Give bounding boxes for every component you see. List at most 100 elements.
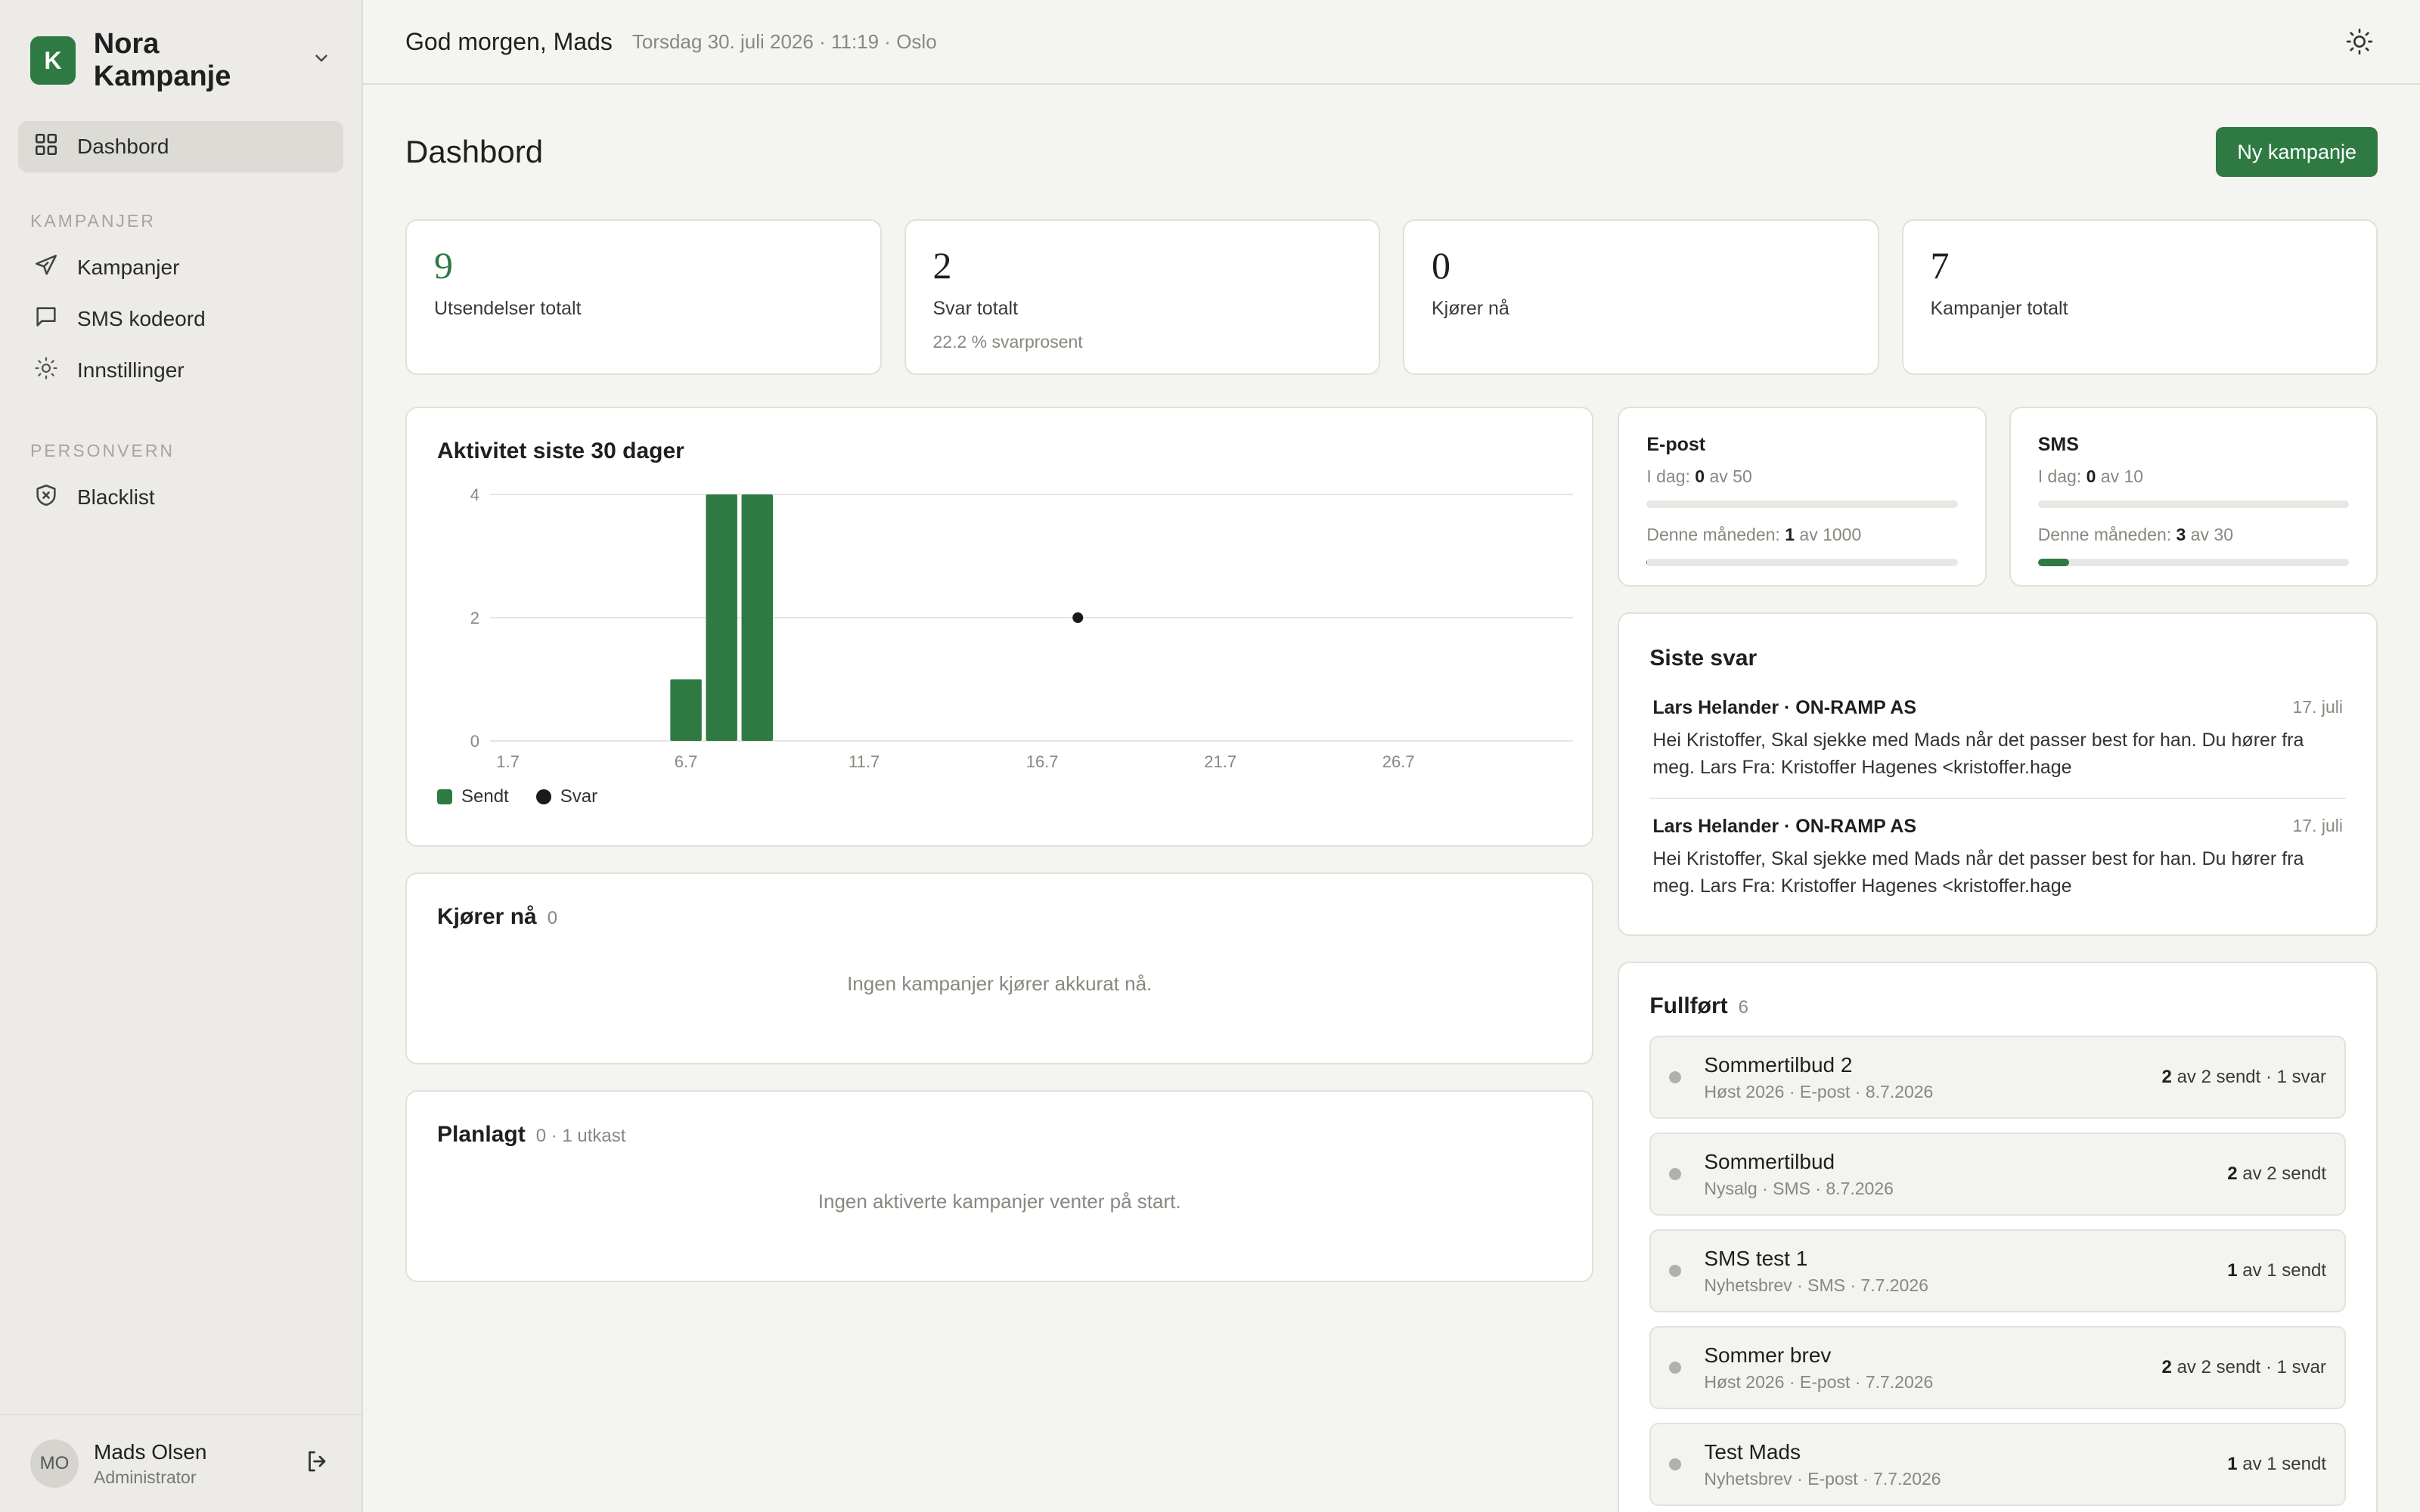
legend-label: Svar — [560, 786, 598, 807]
stat-label: Kjører nå — [1432, 298, 1509, 319]
user-name: Mads Olsen — [94, 1439, 207, 1464]
new-campaign-button[interactable]: Ny kampanje — [2216, 127, 2378, 177]
sidebar: K Nora Kampanje Dashbord KAMPANJER Kampa… — [0, 0, 363, 1512]
nav-item-sms-codes[interactable]: SMS kodeord — [18, 293, 343, 345]
recent-replies-title: Siste svar — [1649, 646, 1758, 671]
running-title: Kjører nå — [437, 904, 537, 929]
logout-icon[interactable] — [304, 1448, 331, 1480]
completed-campaign-row[interactable]: Test Mads Nyhetsbrev · E-post · 7.7.2026… — [1649, 1423, 2346, 1506]
app-root: K Nora Kampanje Dashbord KAMPANJER Kampa… — [0, 0, 2420, 1512]
stat-value: 7 — [1930, 244, 1950, 287]
limit-month-text: Denne måneden: 1 av 1000 — [1646, 525, 1862, 544]
theme-toggle-sun-icon[interactable] — [2341, 23, 2378, 60]
completed-panel: Fullført 6 Sommertilbud 2 Høst 2026 · E-… — [1618, 962, 2378, 1512]
limit-day-bar — [2037, 500, 2350, 508]
chart-legend: Sendt Svar — [437, 786, 597, 807]
x-tick-label: 11.7 — [849, 752, 880, 771]
running-panel: Kjører nå 0 Ingen kampanjer kjører akkur… — [405, 872, 1594, 1064]
completed-campaign-row[interactable]: Sommertilbud 2 Høst 2026 · E-post · 8.7.… — [1649, 1036, 2346, 1119]
stat-label: Svar totalt — [932, 298, 1019, 319]
nav-item-label: Kampanjer — [77, 256, 180, 279]
workspace-switcher[interactable]: K Nora Kampanje — [0, 0, 361, 121]
campaign-stats: 2 av 2 sendt · 1 svar — [2161, 1357, 2326, 1377]
status-dot — [1669, 1071, 1682, 1083]
x-tick-label: 26.7 — [1382, 752, 1415, 771]
legend-swatch-dot — [535, 789, 551, 804]
reply-sender: Lars Helander · ON-RAMP AS — [1652, 697, 1917, 718]
x-tick-label: 1.7 — [496, 752, 520, 771]
y-tick-label: 2 — [470, 609, 479, 627]
limit-month-bar — [2037, 559, 2350, 566]
send-icon — [33, 253, 77, 284]
point-svar — [1072, 612, 1084, 623]
limit-day-text: I dag: 0 av 50 — [1646, 466, 1752, 486]
avatar: MO — [30, 1439, 79, 1488]
activity-chart: 0 2 4 1.7 6.7 11.7 16.7 21.7 26.7 — [470, 485, 1573, 771]
reply-item[interactable]: Lars Helander · ON-RAMP AS 17. juli Hei … — [1649, 798, 2346, 916]
limit-title: SMS — [2037, 434, 2079, 455]
nav-item-campaigns[interactable]: Kampanjer — [18, 242, 343, 293]
legend-label: Sendt — [461, 786, 509, 807]
send-limits: E-post I dag: 0 av 50 Denne måneden: 1 a… — [1618, 407, 2378, 587]
legend-item-sendt: Sendt — [437, 786, 509, 807]
stats-row: 9 Utsendelser totalt 2 Svar totalt 22.2 … — [405, 219, 2378, 375]
nav-item-label: SMS kodeord — [77, 307, 206, 330]
campaign-stats: 2 av 2 sendt — [2227, 1163, 2326, 1184]
status-dot — [1669, 1265, 1682, 1277]
reply-date: 17. juli — [2292, 697, 2343, 717]
campaign-name: Sommer brev — [1704, 1343, 1832, 1367]
status-dot — [1669, 1362, 1682, 1374]
limit-title: E-post — [1646, 434, 1706, 455]
completed-list: Sommertilbud 2 Høst 2026 · E-post · 8.7.… — [1649, 1036, 2346, 1506]
reply-snippet: Hei Kristoffer, Skal sjekke med Mads når… — [1652, 730, 2304, 778]
campaign-meta: Høst 2026 · E-post · 8.7.2026 — [1704, 1081, 1934, 1101]
dashboard-grid-icon — [33, 132, 77, 163]
limit-day-text: I dag: 0 av 10 — [2037, 466, 2144, 486]
nav-item-blacklist[interactable]: Blacklist — [18, 472, 343, 523]
reply-date: 17. juli — [2292, 816, 2343, 835]
nav-item-settings[interactable]: Innstillinger — [18, 345, 343, 396]
planned-title: Planlagt — [437, 1122, 526, 1147]
running-count: 0 — [547, 908, 558, 928]
planned-count: 0 · 1 utkast — [535, 1126, 626, 1146]
completed-campaign-row[interactable]: Sommertilbud Nysalg · SMS · 8.7.2026 2 a… — [1649, 1132, 2346, 1216]
completed-campaign-row[interactable]: SMS test 1 Nyhetsbrev · SMS · 7.7.2026 1… — [1649, 1229, 2346, 1312]
legend-swatch-square — [437, 789, 452, 804]
recent-replies-panel: Siste svar Lars Helander · ON-RAMP AS 17… — [1618, 612, 2378, 936]
stat-card-replies: 2 Svar totalt 22.2 % svarprosent — [904, 219, 1380, 375]
activity-chart-card: 0 2 4 1.7 6.7 11.7 16.7 21.7 26.7 Aktivitet sist… — [405, 407, 1594, 847]
campaign-meta: Nysalg · SMS · 8.7.2026 — [1704, 1178, 1894, 1198]
bar-sendt — [706, 494, 737, 741]
campaign-name: Test Mads — [1704, 1439, 1801, 1464]
nav-item-label: Innstillinger — [77, 358, 185, 382]
campaign-meta: Nyhetsbrev · E-post · 7.7.2026 — [1704, 1468, 1941, 1489]
running-empty-text: Ingen kampanjer kjører akkurat nå. — [847, 972, 1153, 995]
campaign-stats: 1 av 1 sendt — [2227, 1260, 2326, 1281]
completed-campaign-row[interactable]: Sommer brev Høst 2026 · E-post · 7.7.202… — [1649, 1326, 2346, 1409]
brand-logo: K — [30, 36, 76, 85]
nav-item-label: Dashbord — [77, 135, 169, 158]
stat-label: Utsendelser totalt — [434, 298, 582, 319]
reply-sender: Lars Helander · ON-RAMP AS — [1652, 816, 1917, 837]
stat-card-campaigns: 7 Kampanjer totalt — [1901, 219, 2378, 375]
limit-card-sms: SMS I dag: 0 av 10 Denne måneden: 3 av 3… — [2009, 407, 2378, 587]
user-panel: MO Mads Olsen Administrator — [0, 1414, 361, 1512]
stat-value: 2 — [932, 244, 952, 287]
main-area: God morgen, Mads Torsdag 30. juli 2026 ·… — [363, 0, 2420, 1512]
status-dot — [1669, 1458, 1682, 1470]
topbar: God morgen, Mads Torsdag 30. juli 2026 ·… — [363, 0, 2420, 85]
campaign-stats: 2 av 2 sendt · 1 svar — [2161, 1067, 2326, 1087]
stat-card-running: 0 Kjører nå — [1403, 219, 1879, 375]
status-dot — [1669, 1168, 1682, 1180]
brand-name: Nora Kampanje — [93, 28, 231, 92]
x-tick-label: 21.7 — [1204, 752, 1236, 771]
campaign-name: SMS test 1 — [1704, 1246, 1808, 1270]
campaign-meta: Nyhetsbrev · SMS · 7.7.2026 — [1704, 1275, 1928, 1295]
nav-item-dashboard[interactable]: Dashbord — [18, 121, 343, 172]
stat-label: Kampanjer totalt — [1930, 298, 2068, 319]
reply-item[interactable]: Lars Helander · ON-RAMP AS 17. juli Hei … — [1649, 680, 2346, 798]
nav-section-privacy: PERSONVERN — [30, 441, 175, 460]
stat-value: 0 — [1432, 244, 1450, 287]
current-datetime: Torsdag 30. juli 2026 · 11:19 · Oslo — [631, 29, 937, 53]
settings-sun-icon — [33, 355, 77, 386]
